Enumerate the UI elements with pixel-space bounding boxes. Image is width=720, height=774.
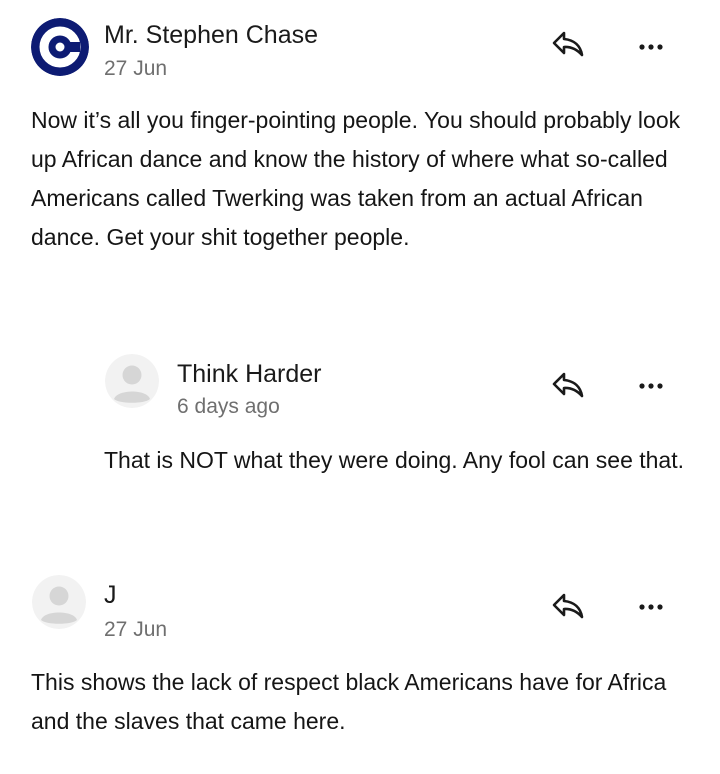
author-avatar[interactable] xyxy=(105,354,159,408)
reply-arrow-icon xyxy=(552,593,584,619)
comment-text: Now it’s all you finger-pointing people.… xyxy=(31,107,681,250)
comment-item: Mr. Stephen Chase 27 Jun Now it’s all yo… xyxy=(0,0,720,300)
brand-logo-c-icon xyxy=(31,18,89,76)
comment-author[interactable]: J xyxy=(104,581,117,610)
comment-item: J 27 Jun This shows the lack of respect … xyxy=(0,563,720,763)
more-options-icon xyxy=(639,44,663,50)
author-avatar[interactable] xyxy=(32,575,86,629)
reply-arrow-icon xyxy=(552,31,584,57)
reply-button[interactable] xyxy=(549,365,589,405)
more-options-icon xyxy=(639,383,663,389)
reply-button[interactable] xyxy=(549,24,589,64)
reply-button[interactable] xyxy=(549,586,589,626)
comment-text: That is NOT what they were doing. Any fo… xyxy=(104,447,684,473)
comment-author[interactable]: Think Harder xyxy=(177,360,322,389)
more-options-button[interactable] xyxy=(630,592,670,622)
comment-author[interactable]: Mr. Stephen Chase xyxy=(104,21,318,50)
author-avatar[interactable] xyxy=(31,18,89,76)
comment-date: 6 days ago xyxy=(177,395,280,418)
more-options-button[interactable] xyxy=(630,371,670,401)
more-options-icon xyxy=(639,604,663,610)
reply-arrow-icon xyxy=(552,372,584,398)
comment-text: This shows the lack of respect black Ame… xyxy=(31,669,667,734)
default-user-icon xyxy=(32,575,86,629)
default-user-icon xyxy=(105,354,159,408)
reply-comment-item: Think Harder 6 days ago That is NOT what… xyxy=(0,340,720,540)
comment-date: 27 Jun xyxy=(104,57,168,80)
more-options-button[interactable] xyxy=(630,32,670,62)
comment-date: 27 Jun xyxy=(104,618,168,641)
